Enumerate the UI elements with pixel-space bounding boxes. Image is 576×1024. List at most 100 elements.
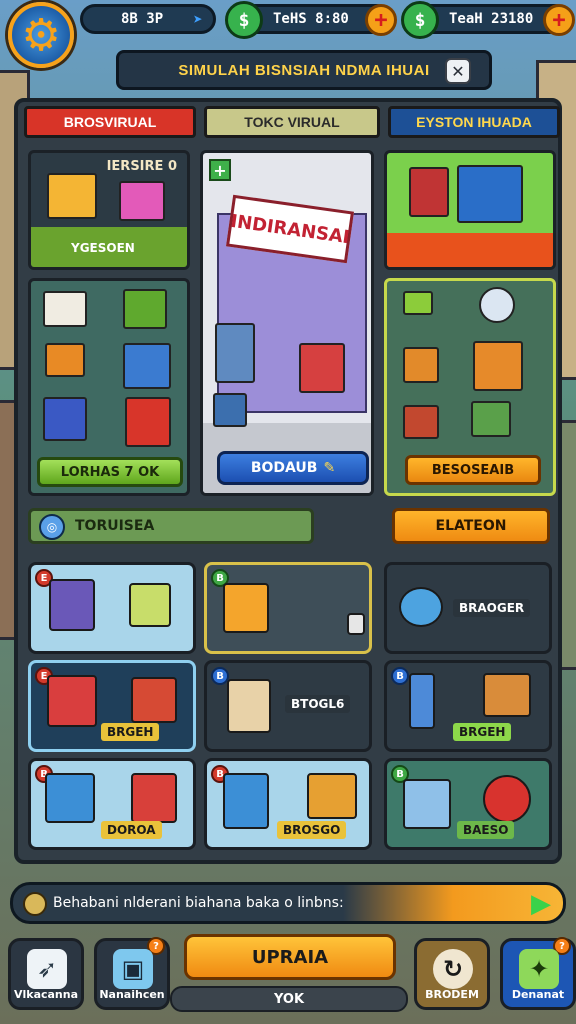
upgrade-button[interactable]: UPRAIA bbox=[184, 934, 396, 980]
item-card[interactable]: B DOROA bbox=[28, 758, 196, 850]
card-band bbox=[387, 233, 553, 267]
right-flow-button[interactable]: BESOSEAIB bbox=[405, 455, 541, 485]
message-bar[interactable]: Behabani nlderani biahana baka o linbns:… bbox=[10, 882, 566, 924]
section-action-button[interactable]: ELATEON bbox=[392, 508, 550, 544]
fridge-icon bbox=[123, 343, 171, 389]
message-icon bbox=[23, 892, 47, 916]
vending-icon bbox=[223, 773, 269, 829]
send-arrow-icon[interactable]: ➤ bbox=[187, 9, 209, 29]
nav-left1-label: Vlkacanna bbox=[13, 988, 79, 1001]
crate-icon bbox=[213, 393, 247, 427]
item-card[interactable]: B BROSGO bbox=[204, 758, 372, 850]
store-action-button[interactable]: BODAUB ✎ bbox=[217, 451, 369, 485]
item-label: BTOGL6 bbox=[285, 695, 351, 713]
item-card[interactable]: B BAESO bbox=[384, 758, 552, 850]
play-icon[interactable]: ▶ bbox=[527, 889, 555, 919]
monitor-icon: ▣ bbox=[113, 949, 153, 989]
left-flow-card[interactable]: LORHAS 7 OK bbox=[28, 278, 190, 496]
right-flow-card[interactable]: BESOSEAIB bbox=[384, 278, 556, 496]
item-label: BRGEH bbox=[101, 723, 160, 741]
package-icon bbox=[403, 347, 439, 383]
shop-icon bbox=[45, 773, 95, 823]
package-icon bbox=[473, 341, 523, 391]
nav-right2-button[interactable]: ? ✦ Denanat bbox=[500, 937, 576, 1010]
stall-icon bbox=[131, 677, 177, 723]
cup-icon bbox=[399, 587, 443, 627]
nav-right1-button[interactable]: ↻ BRODEM bbox=[414, 938, 490, 1010]
total-resource: $ TeaH 23180 + bbox=[401, 1, 575, 39]
item-card[interactable]: B bbox=[204, 562, 372, 654]
item-label: BRAOGER bbox=[453, 599, 531, 617]
total-value: TeaH 23180 bbox=[449, 11, 534, 27]
message-text: Behabani nlderani biahana baka o linbns: bbox=[53, 895, 344, 911]
crate-icon bbox=[123, 289, 167, 329]
laptop-icon bbox=[45, 343, 85, 377]
vending-icon bbox=[125, 397, 171, 447]
nav-right2-label: Denanat bbox=[511, 988, 565, 1001]
item-card[interactable]: E bbox=[28, 562, 196, 654]
booth-icon bbox=[131, 773, 177, 823]
card-bottom-label: YGESOEN bbox=[71, 241, 135, 255]
coins-value: TeHS 8:80 bbox=[273, 11, 349, 27]
money-icon: $ bbox=[401, 1, 439, 39]
cart-icon bbox=[403, 779, 451, 829]
nav-left1-button[interactable]: ➶ Vlkacanna bbox=[8, 938, 84, 1010]
coins-resource: $ TeHS 8:80 + bbox=[225, 1, 397, 39]
calculator-icon bbox=[347, 613, 365, 635]
box-icon bbox=[119, 181, 165, 221]
item-card[interactable]: B BRGEH bbox=[384, 660, 552, 752]
cash-register-icon bbox=[457, 165, 523, 223]
left-flow-button[interactable]: LORHAS 7 OK bbox=[37, 457, 183, 487]
item-label: BROSGO bbox=[277, 821, 347, 839]
tab-bros-virual[interactable]: BROSVIRUAL bbox=[24, 106, 196, 138]
shelf-icon bbox=[409, 167, 449, 217]
title-bar: SIMULAH BISNSIAH NDMA IHUAI ✕ bbox=[116, 50, 492, 90]
item-label: BRGEH bbox=[453, 723, 512, 741]
tab-eyston-ihuada[interactable]: EYSTON IHUADA bbox=[388, 106, 560, 138]
item-card[interactable]: BRAOGER bbox=[384, 562, 552, 654]
counter-icon bbox=[299, 343, 345, 393]
page-title: SIMULAH BISNSIAH NDMA IHUAI bbox=[178, 61, 430, 79]
rocket-icon: ➶ bbox=[27, 949, 67, 989]
basket-icon bbox=[403, 405, 439, 439]
item-badge: B bbox=[391, 667, 409, 685]
cabinet-icon bbox=[43, 397, 87, 441]
right-top-card[interactable] bbox=[384, 150, 556, 270]
item-label: BAESO bbox=[457, 821, 515, 839]
tool-icon bbox=[403, 291, 433, 315]
close-button[interactable]: ✕ bbox=[445, 58, 471, 84]
nav-left2-button[interactable]: ? ▣ Nanaihcen bbox=[94, 937, 170, 1010]
coin-icon: $ bbox=[225, 1, 263, 39]
store-card[interactable]: + INDIRANSAI BODAUB ✎ bbox=[200, 150, 374, 496]
store-icon bbox=[49, 579, 95, 631]
basket-icon bbox=[483, 673, 531, 717]
sale-badge-icon bbox=[483, 775, 531, 823]
store-button-label: BODAUB bbox=[250, 460, 318, 476]
settings-gear-icon[interactable]: ⚙ bbox=[8, 2, 74, 68]
shop-stall-icon bbox=[47, 173, 97, 219]
search-icon bbox=[479, 287, 515, 323]
time-resource: 8B 3P ➤ bbox=[80, 4, 216, 34]
add-coins-button[interactable]: + bbox=[365, 4, 397, 36]
add-store-icon[interactable]: + bbox=[209, 159, 231, 181]
printer-icon bbox=[307, 773, 357, 819]
tool-icon: ✦ bbox=[519, 949, 559, 989]
ok-button[interactable]: YOK bbox=[170, 986, 408, 1012]
bag-icon bbox=[227, 679, 271, 733]
item-card[interactable]: B BTOGL6 bbox=[204, 660, 372, 752]
tab-bar: BROSVIRUAL TOKC VIRUAL EYSTON IHUADA bbox=[22, 106, 560, 142]
pencil-icon: ✎ bbox=[323, 460, 336, 476]
info-icon: ◎ bbox=[39, 514, 65, 540]
add-total-button[interactable]: + bbox=[543, 4, 575, 36]
left-top-card[interactable]: IERSIRE 0 YGESOEN bbox=[28, 150, 190, 270]
box-icon bbox=[129, 583, 171, 627]
refresh-icon: ↻ bbox=[433, 949, 473, 989]
cart-icon bbox=[471, 401, 511, 437]
nav-left2-label: Nanaihcen bbox=[99, 988, 165, 1001]
section-header: ◎ TORUISEA bbox=[28, 508, 314, 544]
shelf-icon bbox=[215, 323, 255, 383]
machine-icon bbox=[43, 291, 87, 327]
item-card[interactable]: E BRGEH bbox=[28, 660, 196, 752]
card-top-label: IERSIRE 0 bbox=[106, 159, 177, 174]
tab-tokc-virual[interactable]: TOKC VIRUAL bbox=[204, 106, 380, 138]
